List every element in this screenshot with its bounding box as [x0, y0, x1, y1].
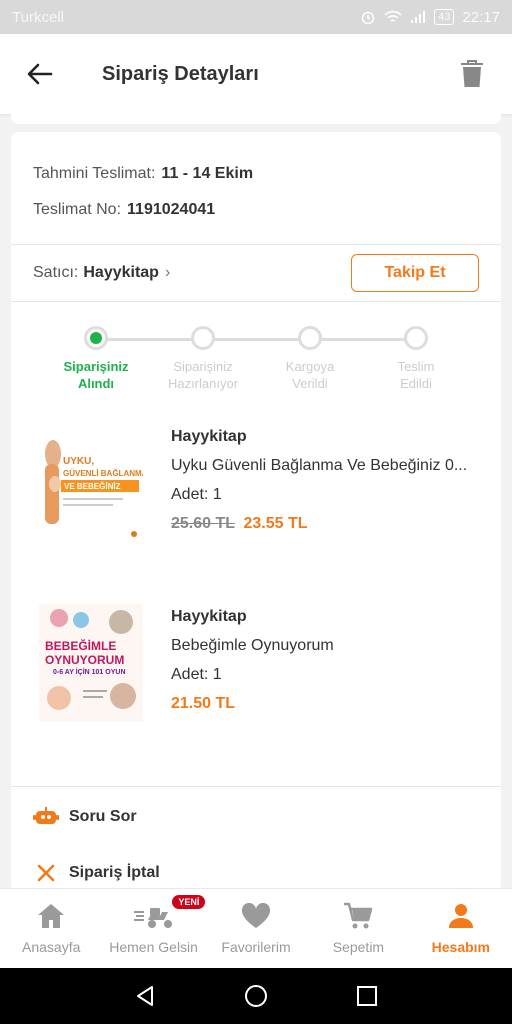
- product-seller: Hayykitap: [171, 608, 247, 625]
- cover-title: OYNUYORUM: [45, 653, 124, 667]
- step-label: Hazırlanıyor: [167, 376, 239, 391]
- product-image: UYKU, GÜVENLİ BAĞLANMA VE BEBEĞİNİZ: [39, 424, 148, 542]
- product-name: Bebeğimle Oynuyorum: [171, 637, 334, 654]
- robot-chat-icon: [33, 804, 59, 830]
- nav-label: Sepetim: [332, 939, 385, 955]
- back-triangle-icon[interactable]: [133, 984, 157, 1008]
- order-status-tracker: Siparişiniz Alındı Siparişiniz Hazırlanıyo…: [11, 302, 501, 412]
- previous-card-edge: [11, 114, 501, 124]
- nav-home[interactable]: Anasayfa: [0, 889, 102, 968]
- step-dot: [191, 326, 215, 350]
- follow-button[interactable]: Takip Et: [351, 254, 479, 292]
- old-price: 25.60 TL: [171, 515, 236, 532]
- battery-indicator: 43: [434, 9, 455, 25]
- delivery-info: Tahmini Teslimat: 11 - 14 Ekim Teslimat …: [11, 132, 501, 228]
- arrow-left-icon: [27, 63, 53, 85]
- seller-name-link[interactable]: Hayykitap: [83, 264, 159, 282]
- system-navigation-bar: [0, 968, 512, 1024]
- trash-icon: [461, 60, 483, 87]
- delivery-number-label: Teslimat No:: [33, 201, 122, 218]
- cover-title: VE BEBEĞİNİZ: [64, 482, 121, 491]
- heart-icon: [241, 901, 271, 931]
- step-label: Siparişiniz: [63, 359, 129, 374]
- estimate-value: 11 - 14 Ekim: [161, 165, 254, 182]
- recents-square-icon[interactable]: [355, 984, 379, 1008]
- seller-label: Satıcı:: [33, 264, 79, 281]
- cover-title: GÜVENLİ BAĞLANMA: [63, 469, 143, 478]
- person-icon: [447, 901, 475, 931]
- nav-quick-delivery[interactable]: YENİ Hemen Gelsin: [102, 889, 206, 968]
- cancel-x-icon: [33, 860, 59, 886]
- signal-icon: [411, 11, 426, 23]
- book-cover-image: UYKU, GÜVENLİ BAĞLANMA VE BEBEĞİNİZ: [39, 424, 148, 542]
- product-price: 21.50 TL: [171, 695, 483, 724]
- step-dot: [404, 326, 428, 350]
- carrier-name: Turkcell: [12, 8, 64, 26]
- app-bar: Sipariş Detayları: [0, 34, 512, 114]
- delete-button[interactable]: [456, 58, 488, 90]
- cover-title: BEBEĞİMLE: [45, 638, 116, 653]
- alarm-icon: [361, 11, 375, 25]
- page-title: Sipariş Detayları: [102, 62, 259, 85]
- delivery-number-value: 1191024041: [127, 201, 216, 218]
- wifi-icon: [384, 10, 402, 22]
- step-label: Alındı: [77, 376, 115, 391]
- scooter-icon: [132, 901, 176, 931]
- home-icon: [36, 901, 66, 931]
- chevron-right-icon: ›: [164, 264, 171, 281]
- step-delivered: Teslim Edildi: [361, 326, 471, 392]
- nav-label: Hemen Gelsin: [109, 939, 198, 955]
- cover-subtitle: 0-6 AY İÇİN 101 OYUN: [53, 668, 126, 676]
- nav-favorites[interactable]: Favorilerim: [205, 889, 307, 968]
- nav-label: Favorilerim: [221, 939, 291, 955]
- product-price: 25.60 TL 23.55 TL: [171, 515, 483, 544]
- step-label: Verildi: [292, 376, 328, 391]
- ask-question-button[interactable]: Soru Sor: [11, 787, 501, 847]
- step-shipped: Kargoya Verildi: [255, 326, 365, 392]
- estimate-label: Tahmini Teslimat:: [33, 165, 156, 182]
- home-circle-icon[interactable]: [243, 983, 269, 1009]
- clock: 22:17: [462, 8, 500, 26]
- step-label: Teslim: [397, 359, 435, 374]
- seller-row: Satıcı: Hayykitap › Takip Et: [11, 245, 501, 301]
- back-button[interactable]: [24, 58, 56, 90]
- cover-title: UYKU,: [63, 456, 94, 467]
- step-label: Edildi: [400, 376, 432, 391]
- step-dot: [298, 326, 322, 350]
- cart-icon: [343, 901, 373, 931]
- status-bar: Turkcell 43 22:17: [0, 0, 512, 34]
- bottom-navigation: Anasayfa YENİ Hemen Gelsin Favorilerim S…: [0, 888, 512, 968]
- nav-account[interactable]: Hesabım: [410, 889, 512, 968]
- step-dot-active: [84, 326, 108, 350]
- step-preparing: Siparişiniz Hazırlanıyor: [148, 326, 258, 392]
- step-label: Kargoya: [285, 359, 335, 374]
- ask-question-label: Soru Sor: [69, 808, 137, 825]
- product-item[interactable]: UYKU, GÜVENLİ BAĞLANMA VE BEBEĞİNİZ Hayy…: [11, 418, 501, 598]
- nav-label: Hesabım: [431, 939, 490, 955]
- product-seller: Hayykitap: [171, 428, 247, 445]
- product-image: BEBEĞİMLE OYNUYORUM 0-6 AY İÇİN 101 OYUN: [39, 604, 143, 722]
- nav-label: Anasayfa: [22, 939, 81, 955]
- order-card: Tahmini Teslimat: 11 - 14 Ekim Teslimat …: [11, 132, 501, 892]
- new-badge: YENİ: [172, 895, 206, 909]
- step-label: Siparişiniz: [173, 359, 233, 374]
- current-price: 21.50 TL: [171, 695, 236, 712]
- book-cover-image: BEBEĞİMLE OYNUYORUM 0-6 AY İÇİN 101 OYUN: [39, 604, 143, 722]
- product-name: Uyku Güvenli Bağlanma Ve Bebeğiniz 0...: [171, 457, 468, 474]
- cancel-order-label: Sipariş İptal: [69, 864, 160, 881]
- product-quantity: Adet: 1: [171, 666, 222, 683]
- product-quantity: Adet: 1: [171, 486, 222, 503]
- product-item[interactable]: BEBEĞİMLE OYNUYORUM 0-6 AY İÇİN 101 OYUN…: [11, 598, 501, 778]
- step-received: Siparişiniz Alındı: [41, 326, 151, 392]
- nav-cart[interactable]: Sepetim: [307, 889, 409, 968]
- current-price: 23.55 TL: [243, 515, 308, 532]
